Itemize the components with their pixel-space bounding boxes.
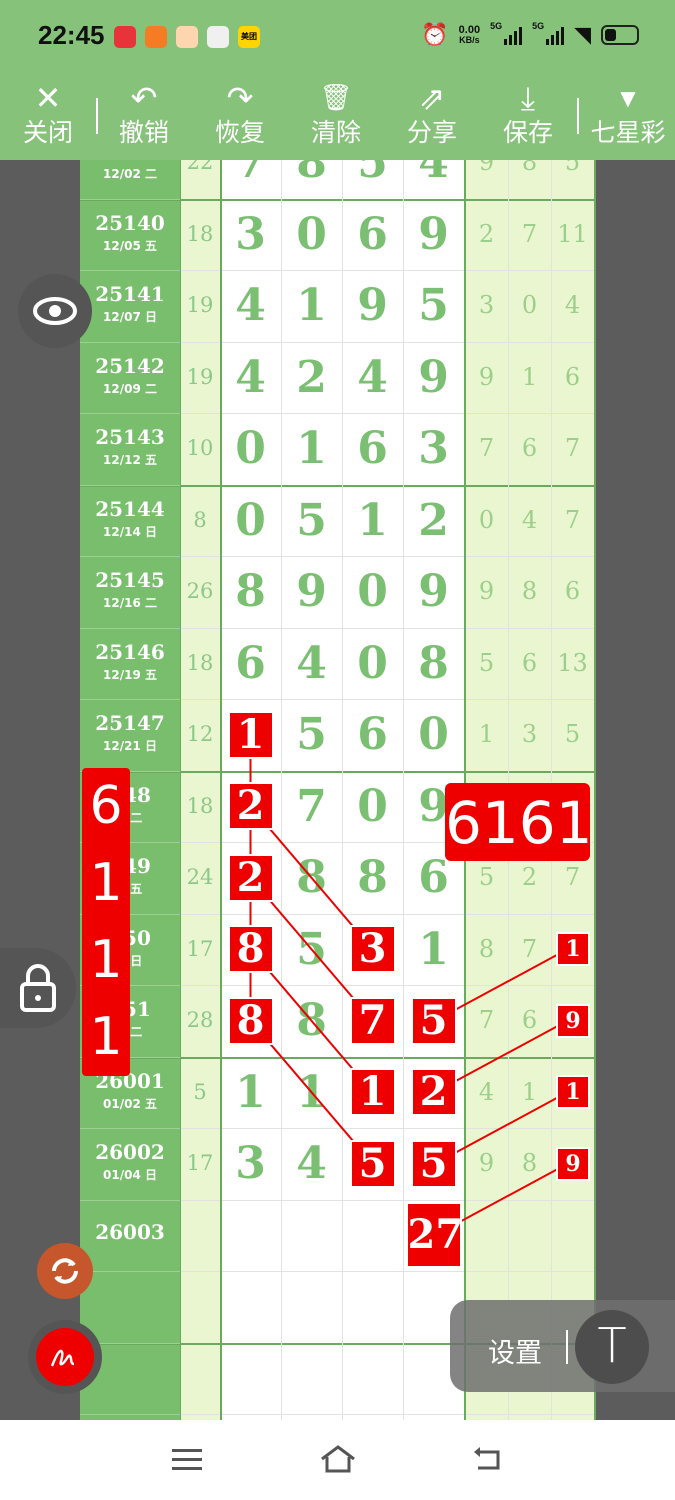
app-icon-3 [176,26,198,48]
status-bar: 22:45 美团 ⏰ 0.00 KB/s 5G 5G ◥ [0,0,675,72]
eye-button[interactable] [18,274,92,348]
marked-digit[interactable]: 2 [227,853,274,902]
number-badge[interactable]: 6161 [445,783,593,861]
left-number-strip[interactable]: 6 1 1 1 [82,768,130,1076]
wifi-icon: ◥ [574,22,591,48]
toolbar-divider [577,98,579,134]
marked-digit[interactable]: 2 [227,782,274,831]
rotate-button[interactable] [37,1243,93,1299]
connector-line [453,1023,561,1084]
marked-digit[interactable]: 5 [410,1139,457,1188]
battery-icon [601,25,639,45]
share-button[interactable]: ⇗ 分享 [392,80,472,150]
signal-icon-1: 5G [490,21,523,45]
menu-icon[interactable] [172,1448,204,1472]
marked-digit[interactable]: 5 [349,1139,396,1188]
notification-icons: 美团 [114,26,260,48]
marked-tail[interactable]: 1 [556,1075,590,1110]
marked-digit[interactable]: 1 [349,1068,396,1117]
navigation-bar [0,1420,675,1500]
connector-line [453,1166,561,1227]
toolbar: ✕ 关闭 ↶ 撤销 ↷ 恢复 🗑 清除 ⇗ 分享 ⤓ 保存 ▼ 七星彩 [0,72,675,160]
pen-icon [36,1328,94,1386]
system-icons: ⏰ 0.00 KB/s 5G 5G ◥ [421,21,639,48]
text-tool-button[interactable]: T [575,1310,649,1384]
toolbar-divider [96,98,98,134]
marked-tail[interactable]: 9 [556,1003,590,1038]
eye-icon [33,297,77,325]
marked-digit[interactable]: 8 [227,925,274,974]
marked-digit[interactable]: 2 [410,1068,457,1117]
redo-button[interactable]: ↷ 恢复 [200,80,280,150]
close-icon: ✕ [34,79,62,117]
lottery-type-dropdown[interactable]: ▼ 七星彩 [586,80,670,150]
lock-button[interactable] [0,948,76,1028]
save-button[interactable]: ⤓ 保存 [488,80,568,150]
share-icon: ⇗ [418,79,446,117]
trash-icon: 🗑 [319,83,353,113]
dropdown-icon: ▼ [620,86,636,110]
marked-digit[interactable]: 7 [349,996,396,1045]
marked-digit[interactable]: 8 [227,996,274,1045]
marked-digit[interactable]: 5 [410,996,457,1045]
redo-icon: ↷ [226,79,254,117]
app-icon-4 [207,26,229,48]
marked-tail[interactable]: 1 [556,932,590,967]
text-icon: T [597,1318,627,1374]
undo-icon: ↶ [130,79,158,117]
settings-panel: 设置 T [450,1300,675,1392]
connector-line [453,1095,561,1155]
signal-icon-2: 5G [532,21,565,45]
back-icon[interactable] [470,1446,506,1474]
net-speed: 0.00 KB/s [458,24,481,46]
panel-divider [566,1330,568,1364]
pen-button[interactable] [28,1320,102,1394]
marked-digit[interactable]: 27 [405,1202,463,1269]
marked-tail[interactable]: 9 [556,1146,590,1181]
app-icon-2 [145,26,167,48]
settings-button[interactable]: 设置 [488,1331,542,1370]
alarm-icon: ⏰ [421,22,449,47]
marked-digit[interactable]: 1 [227,710,274,759]
download-icon: ⤓ [520,79,536,117]
undo-button[interactable]: ↶ 撤销 [104,80,184,150]
close-button[interactable]: ✕ 关闭 [8,80,88,150]
clear-button[interactable]: 🗑 清除 [296,80,376,150]
app-icon-1 [114,26,136,48]
meituan-icon: 美团 [238,26,260,48]
connector-line [453,952,561,1012]
home-icon[interactable] [318,1443,358,1475]
refresh-icon [52,1258,78,1284]
lock-icon [20,964,56,1012]
clock: 22:45 [38,20,105,50]
marked-digit[interactable]: 3 [349,925,396,974]
